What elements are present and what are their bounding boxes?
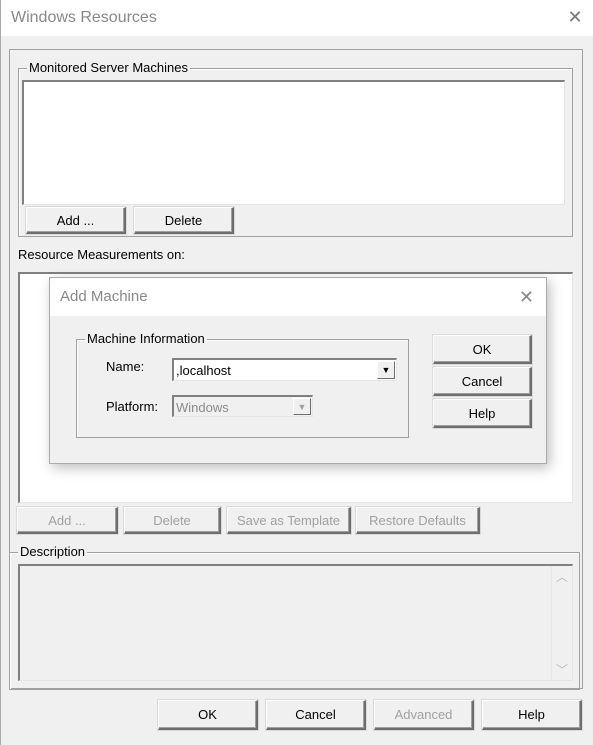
name-label: Name:: [106, 359, 145, 374]
chevron-down-icon[interactable]: ▼: [293, 398, 311, 415]
monitored-machines-label: Monitored Server Machines: [27, 60, 190, 75]
platform-label: Platform:: [106, 399, 159, 414]
scroll-down-icon[interactable]: ﹀: [552, 661, 572, 678]
description-textarea[interactable]: ︿ ﹀: [18, 564, 573, 681]
chevron-down-icon[interactable]: ▼: [377, 361, 395, 379]
cancel-button[interactable]: Cancel: [266, 700, 366, 730]
platform-combobox[interactable]: Windows ▼: [172, 395, 313, 417]
scroll-up-icon[interactable]: ︿: [552, 568, 572, 585]
help-button[interactable]: Help: [482, 700, 582, 730]
platform-value: Windows: [176, 400, 229, 415]
add-machine-title-bar: Add Machine ✕: [50, 278, 546, 316]
name-value: ,localhost: [176, 363, 231, 378]
dialog-ok-button[interactable]: OK: [433, 335, 532, 364]
dialog-cancel-button[interactable]: Cancel: [433, 367, 532, 396]
title-bar: Windows Resources ✕: [1, 0, 593, 36]
measurements-add-button[interactable]: Add ...: [17, 507, 118, 534]
add-machine-dialog: Add Machine ✕ Machine Information Name: …: [49, 277, 547, 464]
monitored-delete-button[interactable]: Delete: [134, 207, 234, 234]
dialog-help-button[interactable]: Help: [433, 399, 532, 428]
description-label: Description: [18, 544, 88, 559]
machine-information-label: Machine Information: [85, 331, 207, 346]
description-scrollbar[interactable]: ︿ ﹀: [551, 566, 572, 680]
add-machine-title: Add Machine: [60, 288, 148, 305]
advanced-button[interactable]: Advanced: [374, 700, 474, 730]
measurements-delete-button[interactable]: Delete: [124, 507, 221, 534]
monitored-add-button[interactable]: Add ...: [26, 207, 126, 234]
close-icon[interactable]: ✕: [566, 8, 584, 26]
ok-button[interactable]: OK: [158, 700, 258, 730]
window-title: Windows Resources: [11, 9, 157, 26]
machine-information-group: Machine Information: [76, 331, 409, 438]
save-as-template-button[interactable]: Save as Template: [227, 507, 351, 534]
name-combobox[interactable]: ,localhost ▼: [172, 358, 397, 381]
restore-defaults-button[interactable]: Restore Defaults: [356, 507, 480, 534]
close-icon[interactable]: ✕: [519, 287, 534, 308]
resource-measurements-label: Resource Measurements on:: [18, 247, 185, 262]
monitored-machines-list[interactable]: [22, 80, 565, 205]
